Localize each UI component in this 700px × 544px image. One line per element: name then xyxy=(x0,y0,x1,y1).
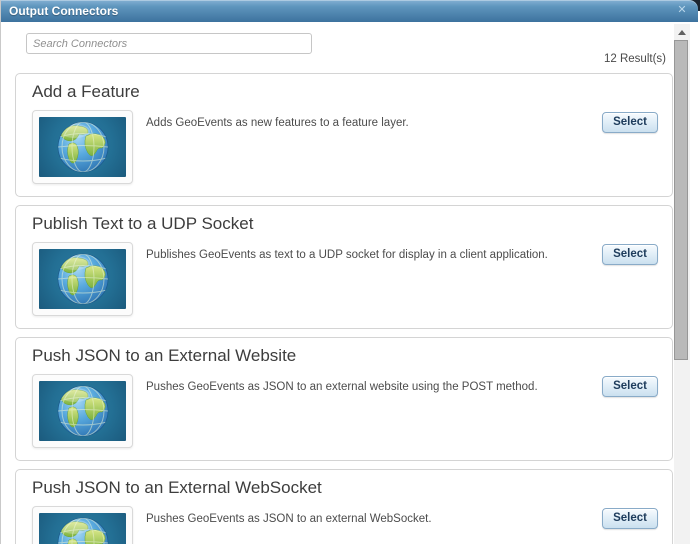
close-icon[interactable]: ✕ xyxy=(675,3,689,17)
scrollbar-thumb[interactable] xyxy=(674,40,688,360)
connector-title: Push JSON to an External WebSocket xyxy=(32,478,322,497)
connector-description: Pushes GeoEvents as JSON to an external … xyxy=(146,381,538,393)
results-count: 12 Result(s) xyxy=(604,53,666,65)
connector-title: Push JSON to an External Website xyxy=(32,346,297,365)
scroll-up-button[interactable] xyxy=(674,24,690,40)
connector-card: Push JSON to an External Website Pushes … xyxy=(15,337,673,461)
connector-title: Add a Feature xyxy=(32,82,140,101)
connector-thumbnail xyxy=(32,374,133,448)
output-connectors-dialog: Output Connectors ✕ 12 Result(s) Add a F… xyxy=(0,0,700,544)
connector-list: Add a Feature Adds GeoEvents as new feat… xyxy=(15,73,673,544)
dialog-title: Output Connectors xyxy=(9,4,119,18)
connector-description: Adds GeoEvents as new features to a feat… xyxy=(146,117,409,129)
up-arrow-icon xyxy=(678,29,686,35)
globe-icon xyxy=(39,381,126,441)
connector-description: Publishes GeoEvents as text to a UDP soc… xyxy=(146,249,548,261)
globe-icon xyxy=(39,513,126,544)
select-button[interactable]: Select xyxy=(602,112,658,133)
globe-icon xyxy=(39,117,126,177)
connector-thumbnail xyxy=(32,506,133,544)
connector-card: Publish Text to a UDP Socket Publishes G… xyxy=(15,205,673,329)
connector-thumbnail xyxy=(32,110,133,184)
search-input[interactable] xyxy=(26,33,312,54)
select-button[interactable]: Select xyxy=(602,508,658,529)
dialog-titlebar: Output Connectors ✕ xyxy=(1,0,698,22)
connector-title: Publish Text to a UDP Socket xyxy=(32,214,254,233)
select-button[interactable]: Select xyxy=(602,244,658,265)
dialog-content: 12 Result(s) Add a Feature xyxy=(1,22,675,544)
connector-card: Push JSON to an External WebSocket Pushe… xyxy=(15,469,673,544)
connector-thumbnail xyxy=(32,242,133,316)
connector-description: Pushes GeoEvents as JSON to an external … xyxy=(146,513,432,525)
scrollbar[interactable] xyxy=(674,24,690,544)
select-button[interactable]: Select xyxy=(602,376,658,397)
connector-card: Add a Feature Adds GeoEvents as new feat… xyxy=(15,73,673,197)
globe-icon xyxy=(39,249,126,309)
